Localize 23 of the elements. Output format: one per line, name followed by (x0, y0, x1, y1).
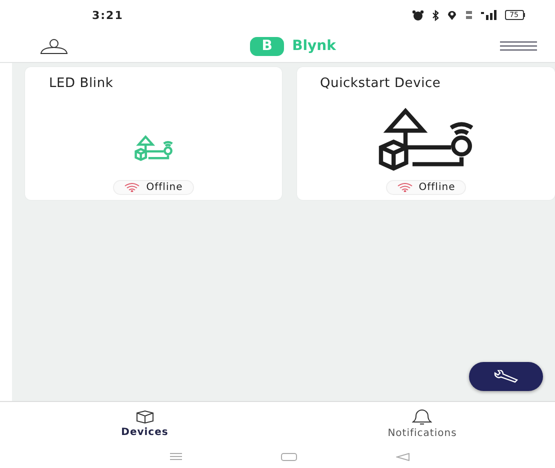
wifi-icon (396, 183, 413, 192)
device-name: LED Blink (48, 76, 114, 91)
nav-tab[interactable]: Devices (12, 402, 278, 445)
logo-badge: B (250, 36, 284, 56)
offline-status: Offline (113, 180, 194, 195)
bluetooth-icon (432, 10, 439, 20)
profile-icon[interactable] (40, 38, 68, 54)
device-card[interactable]: Quickstart Device Offline (297, 67, 555, 200)
alarm-icon (412, 10, 424, 20)
wifi-icon (124, 183, 140, 192)
device-name: Quickstart Device (319, 76, 442, 91)
wrench-icon (493, 370, 519, 384)
wrench-button[interactable] (469, 362, 543, 391)
location-icon (446, 10, 457, 20)
app-title: Blynk (292, 38, 336, 54)
menu-icon[interactable] (500, 41, 537, 51)
offline-status: Offline (386, 180, 466, 195)
signal-icon (480, 10, 497, 20)
cube-icon (136, 410, 154, 424)
clock: 3:21 (92, 8, 124, 22)
device-card[interactable]: LED Blink Offline (25, 67, 282, 200)
bell-icon (412, 408, 432, 424)
nav-tab[interactable]: Notifications (290, 402, 555, 445)
